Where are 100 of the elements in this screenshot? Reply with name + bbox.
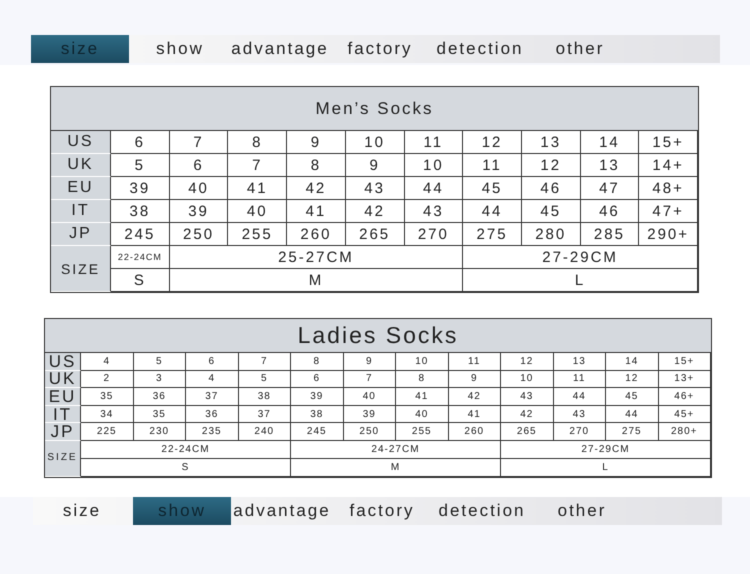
table-cell: 36 xyxy=(134,388,186,406)
table-cell: 270 xyxy=(554,423,606,441)
table-cell: 42 xyxy=(501,406,554,424)
table-cell: 6 xyxy=(291,370,344,388)
table-cell: 3 xyxy=(134,370,186,388)
table-cell: 7 xyxy=(228,154,288,177)
table-cell: 2 xyxy=(81,370,134,388)
row-label: UK xyxy=(45,370,81,388)
table-cell: 14 xyxy=(606,353,658,371)
table-cell: 44 xyxy=(463,200,522,223)
table-cell: 22-24CM xyxy=(81,440,291,459)
table-cell: 260 xyxy=(448,423,501,441)
table-cell: 44 xyxy=(606,406,658,424)
table-cell: 40 xyxy=(228,200,288,223)
table-cell: S xyxy=(111,269,170,292)
nav-tab[interactable]: advantage xyxy=(231,35,329,63)
table-cell: 39 xyxy=(344,406,396,424)
table-cell: 235 xyxy=(186,423,238,441)
table-cell: 24-27CM xyxy=(291,440,501,459)
table-cell: 43 xyxy=(346,177,404,200)
nav-tab[interactable]: show xyxy=(131,35,229,63)
table-cell: 27-29CM xyxy=(463,246,698,269)
table-cell: 42 xyxy=(448,388,501,406)
nav-tab[interactable]: other xyxy=(531,35,629,63)
row-label: US xyxy=(45,353,81,371)
table-cell: 42 xyxy=(287,177,346,200)
table-cell: L xyxy=(463,269,698,292)
table-cell: 225 xyxy=(81,423,134,441)
table-cell: 46+ xyxy=(658,388,711,406)
nav-tab[interactable]: size xyxy=(33,497,131,525)
table-cell: 36 xyxy=(186,406,238,424)
table-cell: 45 xyxy=(522,200,581,223)
nav-tab[interactable]: advantage xyxy=(233,497,331,525)
table-cell: 13 xyxy=(580,154,640,177)
table-cell: 44 xyxy=(554,388,606,406)
table-cell: 5 xyxy=(238,370,291,388)
table-cell: 15+ xyxy=(639,131,698,154)
table-cell: 4 xyxy=(186,370,238,388)
table-cell: 275 xyxy=(463,223,522,246)
table-cell: 270 xyxy=(404,223,464,246)
table-cell: 40 xyxy=(170,177,228,200)
table-cell: 45+ xyxy=(658,406,711,424)
table-cell: 290+ xyxy=(639,223,698,246)
row-label: SIZE xyxy=(51,246,111,292)
table-cell: 250 xyxy=(344,423,396,441)
table-cell: 12 xyxy=(463,131,522,154)
row-label: JP xyxy=(51,223,111,246)
table-cell: 37 xyxy=(186,388,238,406)
table-cell: 25-27CM xyxy=(170,246,464,269)
table-cell: 41 xyxy=(448,406,501,424)
table-cell: 11 xyxy=(554,370,606,388)
nav-tab[interactable]: detection xyxy=(433,497,531,525)
nav-tab[interactable]: other xyxy=(533,497,631,525)
table-cell: 39 xyxy=(111,177,170,200)
table-cell: M xyxy=(291,458,501,477)
table-cell: 265 xyxy=(346,223,404,246)
row-label: US xyxy=(51,131,111,154)
table-cell: 280 xyxy=(522,223,581,246)
table-cell: 41 xyxy=(287,200,346,223)
table-title: Men’s Socks xyxy=(51,87,698,131)
table-cell: 35 xyxy=(81,388,134,406)
nav-tab[interactable]: factory xyxy=(331,35,429,63)
table-cell: 47+ xyxy=(639,200,698,223)
table-cell: 9 xyxy=(344,353,396,371)
row-label: JP xyxy=(45,423,81,441)
table-cell: 12 xyxy=(501,353,554,371)
table-cell: 280+ xyxy=(658,423,711,441)
table-cell: S xyxy=(81,458,291,477)
table-cell: 255 xyxy=(396,423,448,441)
table-cell: 250 xyxy=(170,223,228,246)
table-cell: 4 xyxy=(81,353,134,371)
table-cell: 42 xyxy=(346,200,404,223)
table-cell: 10 xyxy=(501,370,554,388)
table-cell: 8 xyxy=(291,353,344,371)
table-cell: 46 xyxy=(522,177,581,200)
table-cell: 11 xyxy=(463,154,522,177)
table-cell: 14+ xyxy=(639,154,698,177)
table-cell: 5 xyxy=(134,353,186,371)
table-cell: 240 xyxy=(238,423,291,441)
table-cell: 40 xyxy=(344,388,396,406)
table-cell: 39 xyxy=(170,200,228,223)
table-cell: 13+ xyxy=(658,370,711,388)
nav-tab[interactable]: factory xyxy=(333,497,431,525)
table-cell: M xyxy=(170,269,464,292)
table-cell: 285 xyxy=(580,223,640,246)
table-cell: 45 xyxy=(606,388,658,406)
table-cell: 5 xyxy=(111,154,170,177)
table-cell: 35 xyxy=(134,406,186,424)
table-cell: 9 xyxy=(448,370,501,388)
nav-tab[interactable]: detection xyxy=(431,35,529,63)
table-cell: 34 xyxy=(81,406,134,424)
table-cell: 22-24CM xyxy=(111,246,170,269)
table-cell: 41 xyxy=(396,388,448,406)
row-label: IT xyxy=(51,200,111,223)
table-cell: 37 xyxy=(238,406,291,424)
table-cell: 10 xyxy=(396,353,448,371)
row-label: UK xyxy=(51,154,111,177)
table-cell: 6 xyxy=(170,154,228,177)
table-cell: 44 xyxy=(404,177,464,200)
table-cell: 275 xyxy=(606,423,658,441)
